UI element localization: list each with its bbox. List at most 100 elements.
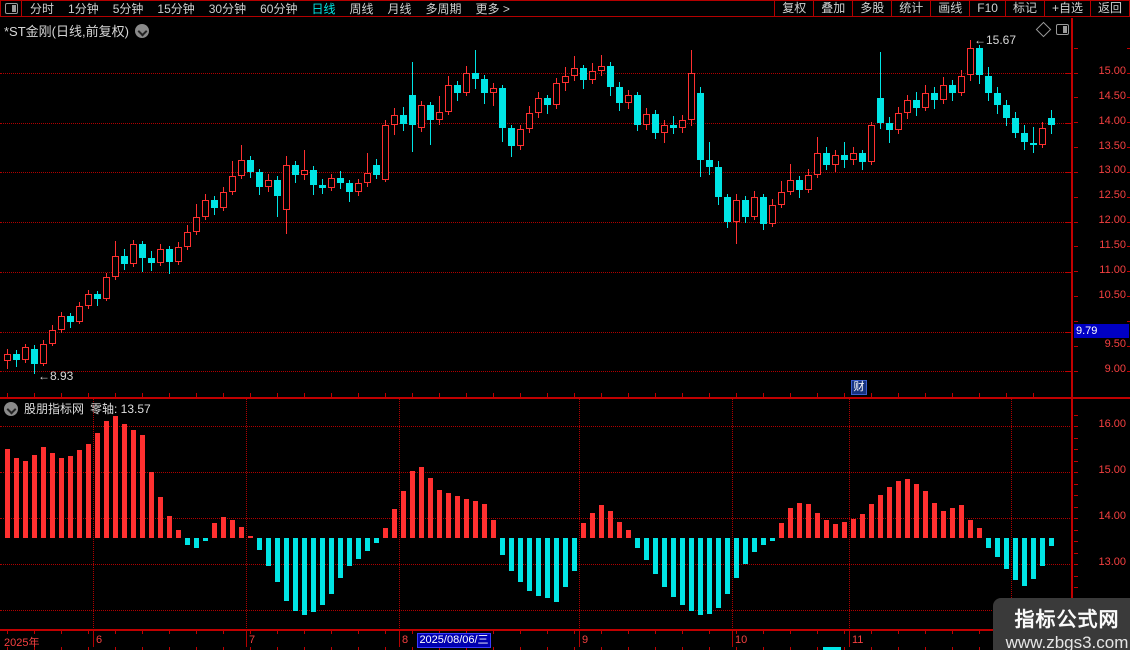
histogram-bar: [662, 537, 667, 587]
layout-split-button[interactable]: [1, 1, 22, 16]
toolbar-button[interactable]: F10: [969, 1, 1005, 16]
period-tab[interactable]: 15分钟: [157, 0, 194, 17]
period-tab[interactable]: 多周期: [426, 0, 462, 17]
histogram-bar: [14, 458, 19, 538]
histogram-bar: [1004, 537, 1009, 569]
histogram-bar: [887, 486, 892, 538]
indicator-gridline: [0, 426, 1072, 427]
axis-tick: [1074, 72, 1078, 74]
histogram-bar: [905, 478, 910, 538]
candle-body: [463, 73, 470, 93]
histogram-bar: [833, 523, 838, 538]
histogram-bar: [95, 432, 100, 538]
period-tab[interactable]: 30分钟: [209, 0, 246, 17]
selected-date-label[interactable]: 2025/08/06/三: [417, 633, 491, 648]
histogram-bar: [491, 520, 496, 538]
histogram-bar: [428, 477, 433, 538]
toolbar-button[interactable]: +自选: [1043, 1, 1090, 16]
toolbar-button[interactable]: 复权: [774, 1, 813, 16]
candle-body: [274, 179, 281, 197]
candle-wick: [1033, 126, 1034, 154]
axis-tick: [1074, 345, 1078, 347]
news-badge[interactable]: 财: [851, 380, 867, 395]
period-tab[interactable]: 日线: [311, 0, 335, 17]
price-axis-label: 11.50: [1099, 238, 1126, 251]
histogram-bar: [914, 483, 919, 538]
axis-tick: [1074, 449, 1078, 450]
axis-tick: [1065, 271, 1071, 273]
date-tick: [250, 631, 251, 634]
chevron-down-icon[interactable]: [4, 401, 18, 416]
histogram-bar: [797, 503, 802, 538]
period-tab[interactable]: 周线: [349, 0, 373, 17]
month-gridline: [731, 399, 733, 630]
candle-body: [931, 92, 938, 101]
axis-tick: [1074, 541, 1078, 542]
toolbar-button[interactable]: 叠加: [813, 1, 852, 16]
toolbar-button[interactable]: 返回: [1089, 1, 1129, 16]
chevron-down-icon[interactable]: [134, 23, 149, 38]
period-tab[interactable]: 1分钟: [68, 0, 99, 17]
candle-body: [553, 82, 560, 106]
toolbar-button[interactable]: 画线: [930, 1, 969, 16]
panel-split-icon[interactable]: [1056, 24, 1069, 35]
axis-tick: [1065, 73, 1071, 74]
histogram-bar: [140, 435, 145, 538]
candle-body: [643, 113, 650, 126]
month-divider: [398, 631, 400, 647]
month-label: 9: [582, 634, 589, 646]
candle-body: [985, 75, 992, 93]
histogram-bar: [878, 495, 883, 538]
candle-body: [355, 183, 362, 193]
axis-tick: [1074, 529, 1078, 531]
histogram-bar: [194, 537, 199, 548]
period-tab[interactable]: 月线: [388, 0, 412, 17]
toolbar-button[interactable]: 标记: [1004, 1, 1044, 16]
histogram-bar: [239, 527, 244, 538]
candle-body: [202, 199, 209, 218]
indicator-histogram-chart[interactable]: [0, 399, 1072, 630]
candle-body: [796, 179, 803, 190]
candle-body: [697, 92, 704, 160]
histogram-bar: [158, 497, 163, 538]
histogram-bar: [5, 449, 10, 538]
candle-body: [364, 173, 371, 184]
histogram-bar: [410, 471, 415, 538]
month-gridline: [398, 399, 400, 630]
histogram-bar: [671, 537, 676, 598]
candle-body: [499, 87, 506, 128]
date-axis[interactable]: 2025年 2025/08/06/三 6 7 8 9 10 11: [0, 629, 1130, 649]
candle-body: [1021, 132, 1028, 143]
candle-body: [283, 164, 290, 210]
histogram-bar: [653, 537, 658, 575]
histogram-bar: [293, 537, 298, 611]
date-tick: [88, 631, 89, 634]
histogram-bar: [554, 537, 559, 602]
candle-body: [1030, 142, 1037, 145]
toolbar-button[interactable]: 统计: [891, 1, 930, 16]
indicator-title: 股朋指标网: [24, 402, 85, 416]
histogram-bar: [302, 537, 307, 616]
main-candlestick-chart[interactable]: [0, 18, 1072, 397]
period-tab[interactable]: 5分钟: [113, 0, 144, 17]
toolbar-button[interactable]: 多股: [852, 1, 891, 16]
histogram-bar: [212, 522, 217, 538]
diamond-icon[interactable]: [1035, 21, 1052, 38]
price-gridline: [0, 172, 1072, 174]
histogram-bar: [536, 537, 541, 597]
candle-body: [472, 73, 479, 79]
date-tick: [628, 631, 629, 634]
candle-wick: [493, 82, 494, 106]
histogram-bar: [680, 537, 685, 606]
histogram-bar: [464, 498, 469, 538]
period-tab[interactable]: 分时: [30, 0, 54, 17]
period-tab[interactable]: 60分钟: [260, 0, 297, 17]
axis-tick: [1074, 370, 1078, 372]
date-tick: [520, 631, 521, 634]
candle-body: [301, 169, 308, 175]
axis-tick: [1074, 147, 1078, 148]
high-price-annotation: ←15.67: [974, 33, 1017, 47]
histogram-bar: [869, 504, 874, 538]
date-tick: [844, 631, 845, 634]
period-tab[interactable]: 更多 >: [476, 0, 510, 17]
